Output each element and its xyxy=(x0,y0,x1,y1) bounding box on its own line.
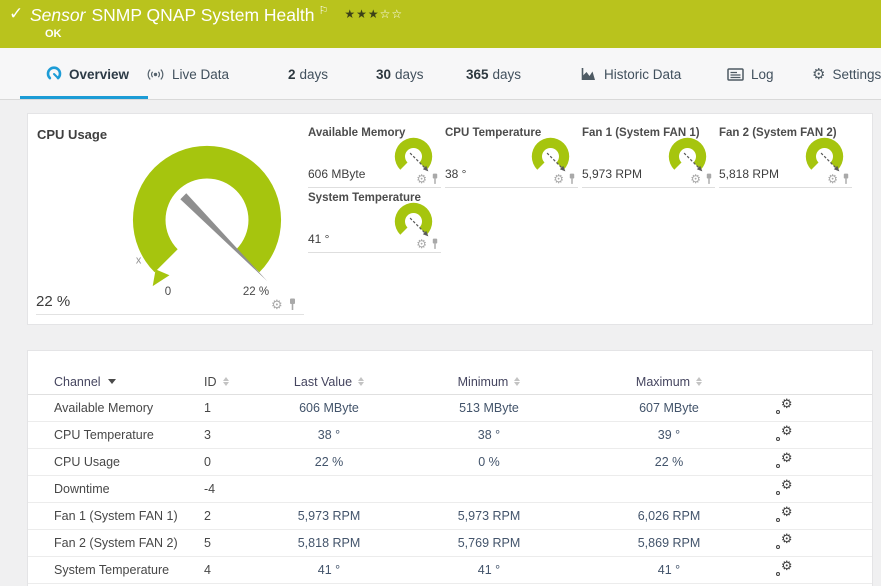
pin-icon[interactable] xyxy=(431,173,439,185)
column-header-maximum[interactable]: Maximum xyxy=(584,375,754,389)
prtg-sensor-page: ✓ Sensor SNMP QNAP System Health ⚐ ★★★☆☆ OK… xyxy=(0,0,881,586)
sort-desc-icon xyxy=(107,379,116,384)
channel-settings-icon[interactable]: ⚙ xyxy=(775,451,793,468)
gauge-tile-fan1: Fan 1 (System FAN 1) 5,973 RPM ⚙ xyxy=(582,124,715,188)
tile-controls: ⚙ xyxy=(827,173,850,185)
gauge-marker-x: x xyxy=(136,254,142,266)
tab-settings[interactable]: ⚙ Settings xyxy=(812,48,881,100)
table-row[interactable]: CPU Usage 0 22 % 0 % 22 % ⚙ xyxy=(28,449,872,476)
gauge-tile-fan2: Fan 2 (System FAN 2) 5,818 RPM ⚙ xyxy=(719,124,852,188)
channels-table: Channel ID Last Value Minimum Maximum Av… xyxy=(28,369,872,584)
tile-controls: ⚙ xyxy=(690,173,713,185)
stars-filled: ★★★ xyxy=(344,6,380,21)
ok-check-icon: ✓ xyxy=(9,4,24,23)
channel-settings-icon[interactable]: ⚙ xyxy=(775,532,793,549)
cpu-usage-gauge: x xyxy=(132,145,282,287)
pin-icon[interactable] xyxy=(568,173,576,185)
divider xyxy=(36,314,304,315)
column-header-last-value[interactable]: Last Value xyxy=(264,375,394,389)
sensor-title-row: Sensor SNMP QNAP System Health ⚐ ★★★☆☆ xyxy=(30,4,403,26)
pin-icon[interactable] xyxy=(705,173,713,185)
column-header-minimum[interactable]: Minimum xyxy=(394,375,584,389)
chart-icon xyxy=(580,67,597,82)
pin-icon[interactable] xyxy=(842,173,850,185)
tab-historic-data[interactable]: Historic Data xyxy=(580,48,681,100)
sort-icon xyxy=(222,376,229,387)
sensor-kicker: Sensor xyxy=(30,4,86,25)
gauge-settings-icon[interactable]: ⚙ xyxy=(827,173,838,185)
sort-icon xyxy=(514,376,521,387)
table-row[interactable]: Downtime -4 ⚙ xyxy=(28,476,872,503)
gauge-tile-available-memory: Available Memory 606 MByte ⚙ xyxy=(308,124,441,188)
column-header-id[interactable]: ID xyxy=(204,375,264,389)
tab-365-days[interactable]: 365 days xyxy=(466,48,521,100)
tab-bar: Overview Live Data 2 days 30 days 365 days … xyxy=(0,48,881,100)
channel-settings-icon[interactable]: ⚙ xyxy=(775,478,793,495)
gauge-scale-min: 0 xyxy=(164,286,172,298)
gauge-tile-cpu-temperature: CPU Temperature 38 ° ⚙ xyxy=(445,124,578,188)
flag-icon: ⚐ xyxy=(318,5,329,17)
gauge-settings-icon[interactable]: ⚙ xyxy=(690,173,701,185)
table-row[interactable]: Available Memory 1 606 MByte 513 MByte 6… xyxy=(28,395,872,422)
tile-controls: ⚙ xyxy=(416,238,439,250)
priority-stars[interactable]: ★★★☆☆ xyxy=(344,7,403,21)
status-badge: OK xyxy=(45,28,62,40)
gear-icon: ⚙ xyxy=(812,65,826,83)
gauge-settings-icon[interactable]: ⚙ xyxy=(416,238,427,250)
log-icon xyxy=(727,67,744,81)
channel-settings-icon[interactable]: ⚙ xyxy=(775,559,793,576)
page-title: SNMP QNAP System Health xyxy=(91,4,315,25)
channel-settings-icon[interactable]: ⚙ xyxy=(775,397,793,414)
table-row[interactable]: Fan 1 (System FAN 1) 2 5,973 RPM 5,973 R… xyxy=(28,503,872,530)
table-row[interactable]: Fan 2 (System FAN 2) 5 5,818 RPM 5,769 R… xyxy=(28,530,872,557)
tile-controls: ⚙ xyxy=(553,173,576,185)
table-row[interactable]: CPU Temperature 3 38 ° 38 ° 39 ° ⚙ xyxy=(28,422,872,449)
table-row[interactable]: System Temperature 4 41 ° 41 ° 41 ° ⚙ xyxy=(28,557,872,584)
gauges-panel: CPU Usage x 0 22 % 22 % ⚙ Available Memo… xyxy=(27,113,873,325)
gauge-settings-icon[interactable]: ⚙ xyxy=(271,298,283,311)
sort-icon xyxy=(696,376,703,387)
table-header-row: Channel ID Last Value Minimum Maximum xyxy=(28,369,872,395)
sensor-header: ✓ Sensor SNMP QNAP System Health ⚐ ★★★☆☆ OK xyxy=(0,0,881,48)
gauge-icon xyxy=(46,66,62,82)
gauge-controls: ⚙ xyxy=(271,298,297,311)
tab-live-data[interactable]: Live Data xyxy=(146,48,229,100)
active-tab-underline xyxy=(20,96,148,99)
tab-30-days[interactable]: 30 days xyxy=(376,48,424,100)
channel-settings-icon[interactable]: ⚙ xyxy=(775,424,793,441)
pin-icon[interactable] xyxy=(431,238,439,250)
primary-gauge-value: 22 % xyxy=(36,293,71,310)
gauge-settings-icon[interactable]: ⚙ xyxy=(553,173,564,185)
channel-settings-icon[interactable]: ⚙ xyxy=(775,505,793,522)
sort-icon xyxy=(358,376,365,387)
column-header-channel[interactable]: Channel xyxy=(54,375,204,389)
pin-icon[interactable] xyxy=(288,298,297,311)
tile-controls: ⚙ xyxy=(416,173,439,185)
live-icon xyxy=(146,67,165,82)
stars-empty: ☆☆ xyxy=(379,6,404,21)
gauge-tile-system-temperature: System Temperature 41 ° ⚙ xyxy=(308,189,441,253)
channels-panel: Channel ID Last Value Minimum Maximum Av… xyxy=(27,350,873,586)
tab-log[interactable]: Log xyxy=(727,48,774,100)
primary-gauge-title: CPU Usage xyxy=(37,127,108,142)
tab-2-days[interactable]: 2 days xyxy=(288,48,328,100)
gauge-settings-icon[interactable]: ⚙ xyxy=(416,173,427,185)
tab-overview[interactable]: Overview xyxy=(46,48,129,100)
